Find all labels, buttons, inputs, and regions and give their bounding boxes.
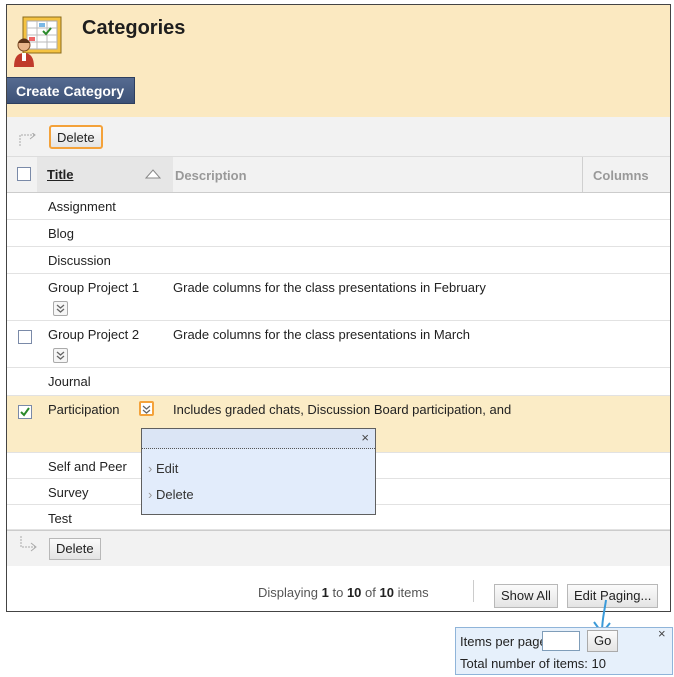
title-column-header[interactable]: Title xyxy=(37,157,173,192)
edit-paging-popup: Items per page: Go × Total number of ite… xyxy=(455,626,673,675)
close-icon[interactable]: × xyxy=(361,430,369,445)
chevron-right-icon: › xyxy=(148,487,153,502)
select-all-checkbox[interactable] xyxy=(17,167,31,181)
page-title: Categories xyxy=(82,17,186,39)
context-menu-item-label: Edit xyxy=(155,461,179,476)
row-checkbox[interactable] xyxy=(18,330,32,344)
delete-button-top[interactable]: Delete xyxy=(49,125,103,149)
total-items-label: Total number of items: 10 xyxy=(460,656,606,671)
category-name: Group Project 2 xyxy=(48,327,140,342)
table-header: Title Description Columns xyxy=(7,157,670,193)
bottom-action-bar: Delete xyxy=(7,530,670,566)
page-header: Categories Create Category xyxy=(7,5,670,117)
row-context-menu: × › Edit › Delete xyxy=(141,428,376,515)
delete-button-bottom[interactable]: Delete xyxy=(49,538,101,560)
category-name: Discussion xyxy=(48,253,111,268)
categories-panel: Categories Create Category Delete Title … xyxy=(6,4,671,612)
category-name: Survey xyxy=(48,485,89,500)
create-category-button[interactable]: Create Category xyxy=(7,77,136,104)
chevron-down-icon xyxy=(56,304,65,313)
row-menu-button-active[interactable] xyxy=(139,401,154,416)
category-description: Grade columns for the class presentation… xyxy=(173,280,486,295)
select-arrow-icon xyxy=(19,133,36,146)
table-row[interactable]: Discussion xyxy=(7,247,670,274)
row-menu-button[interactable] xyxy=(53,348,68,363)
context-menu-item-edit[interactable]: › Edit xyxy=(148,461,178,476)
category-name: Participation xyxy=(48,402,120,417)
paging-summary: Displaying 1 to 10 of 10 items xyxy=(258,585,429,600)
category-name: Assignment xyxy=(48,199,116,214)
table-row[interactable]: Group Project 1 Grade columns for the cl… xyxy=(7,274,670,321)
category-name: Journal xyxy=(48,374,91,389)
table-row[interactable]: Journal xyxy=(7,368,670,396)
items-per-page-label: Items per page: xyxy=(460,634,551,649)
sort-ascending-icon[interactable] xyxy=(145,169,161,179)
category-name: Group Project 1 xyxy=(48,280,140,295)
columns-column-label[interactable]: Columns xyxy=(593,168,649,183)
category-name: Test xyxy=(48,511,72,526)
context-menu-item-delete[interactable]: › Delete xyxy=(148,487,194,502)
top-action-bar: Delete xyxy=(7,117,670,157)
checkmark-icon xyxy=(20,407,30,417)
select-arrow-icon xyxy=(20,536,37,552)
chevron-down-icon xyxy=(56,351,65,360)
row-menu-button[interactable] xyxy=(53,301,68,316)
table-row[interactable]: Assignment xyxy=(7,193,670,220)
column-divider xyxy=(582,157,583,192)
table-row[interactable]: Group Project 2 Grade columns for the cl… xyxy=(7,321,670,368)
footer-divider xyxy=(473,580,474,602)
chevron-right-icon: › xyxy=(148,461,153,476)
gradebook-categories-icon xyxy=(14,16,62,67)
close-icon[interactable]: × xyxy=(658,626,666,641)
items-per-page-input[interactable] xyxy=(542,631,580,651)
category-description: Includes graded chats, Discussion Board … xyxy=(173,402,512,417)
category-description: Grade columns for the class presentation… xyxy=(173,327,470,342)
description-column-label[interactable]: Description xyxy=(175,168,247,183)
title-column-label[interactable]: Title xyxy=(47,167,74,182)
category-name: Self and Peer xyxy=(48,459,127,474)
context-menu-titlebar: × xyxy=(142,429,375,449)
go-button[interactable]: Go xyxy=(587,630,619,652)
table-row[interactable]: Blog xyxy=(7,220,670,247)
show-all-button[interactable]: Show All xyxy=(494,584,558,608)
category-name: Blog xyxy=(48,226,75,241)
row-checkbox-checked[interactable] xyxy=(18,405,32,419)
context-menu-item-label: Delete xyxy=(155,487,194,502)
chevron-down-icon xyxy=(142,405,151,414)
